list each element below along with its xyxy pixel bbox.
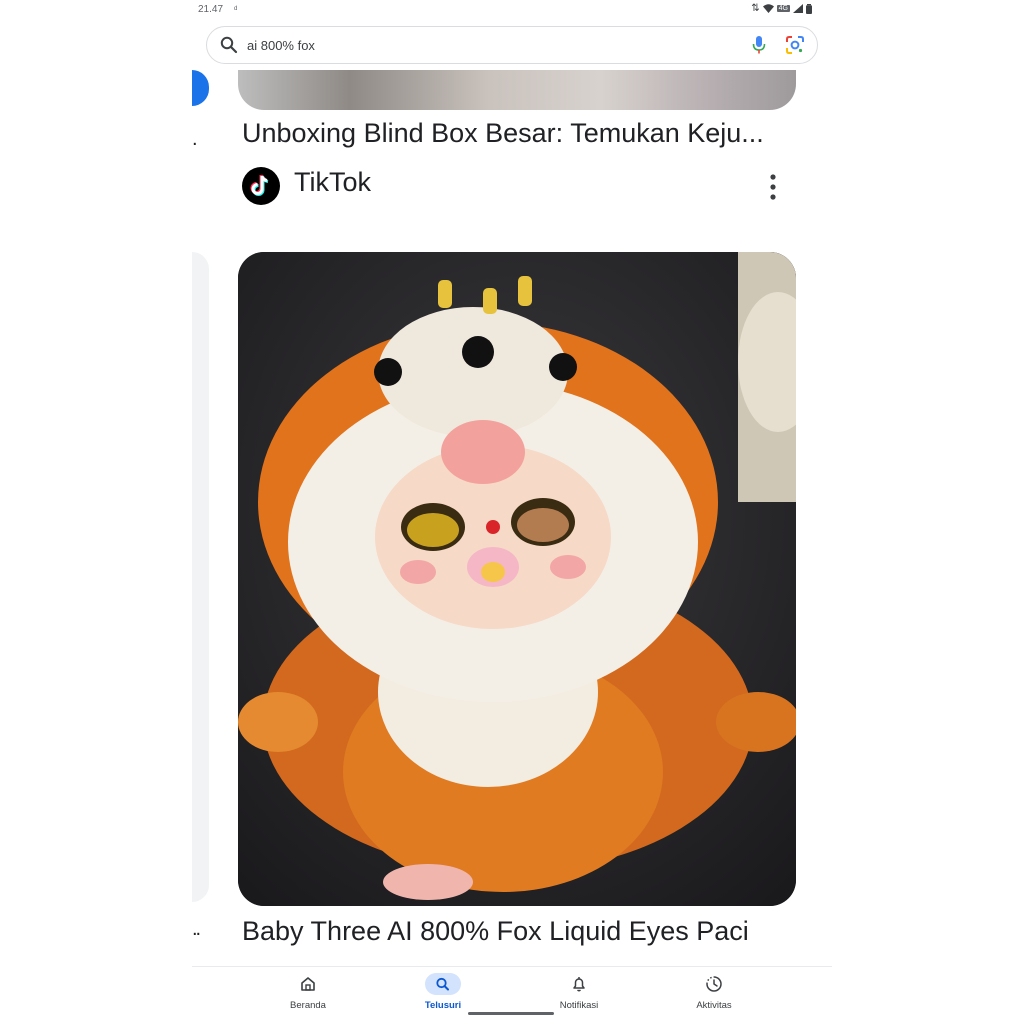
nav-label: Telusuri bbox=[424, 1000, 462, 1011]
adjacent-result-card[interactable] bbox=[192, 252, 209, 902]
search-icon[interactable] bbox=[219, 35, 239, 55]
nav-item-aktivitas[interactable]: Aktivitas bbox=[654, 967, 774, 1017]
activity-icon[interactable] bbox=[696, 973, 732, 995]
google-lens-icon[interactable] bbox=[785, 35, 805, 55]
more-options-icon[interactable] bbox=[762, 172, 784, 202]
search-bar[interactable]: ai 800% fox bbox=[206, 26, 818, 64]
status-icons: ⇅ 4G bbox=[751, 3, 812, 14]
wifi-icon bbox=[762, 4, 774, 13]
result-title[interactable]: Baby Three AI 800% Fox Liquid Eyes Paci bbox=[242, 916, 749, 947]
fox-plush-illustration bbox=[238, 252, 796, 906]
network-badge: 4G bbox=[776, 5, 790, 12]
result-source[interactable]: TikTok bbox=[294, 167, 371, 198]
nav-label: Beranda bbox=[290, 1000, 326, 1011]
adjacent-result-card[interactable] bbox=[192, 70, 209, 106]
result-thumbnail[interactable] bbox=[238, 70, 796, 110]
nav-item-notifikasi[interactable]: Notifikasi bbox=[519, 967, 639, 1017]
notification-icon: ᵈ bbox=[234, 4, 238, 14]
search-icon[interactable] bbox=[425, 973, 461, 995]
adjacent-result-title[interactable]: . bbox=[192, 128, 198, 151]
nav-label: Notifikasi bbox=[559, 1000, 599, 1011]
status-time: 21.47 bbox=[198, 4, 224, 15]
nav-item-beranda[interactable]: Beranda bbox=[248, 967, 368, 1017]
battery-icon bbox=[806, 3, 812, 14]
adjacent-result-title[interactable]: .. bbox=[192, 918, 201, 941]
data-arrows-icon: ⇅ bbox=[751, 3, 760, 14]
result-image-fox-plush[interactable] bbox=[238, 252, 796, 906]
nav-label: Aktivitas bbox=[696, 1000, 732, 1011]
signal-icon bbox=[793, 4, 803, 13]
bell-icon[interactable] bbox=[561, 973, 597, 995]
status-bar: 21.47 ᵈ ⇅ 4G bbox=[192, 0, 832, 20]
home-indicator[interactable] bbox=[468, 1012, 554, 1015]
nav-item-telusuri[interactable]: Telusuri bbox=[383, 967, 503, 1017]
bottom-navigation: Beranda Telusuri Notifikasi Aktivitas bbox=[192, 966, 832, 1025]
tiktok-logo-icon bbox=[242, 167, 280, 205]
microphone-icon[interactable] bbox=[751, 35, 767, 55]
search-input[interactable]: ai 800% fox bbox=[247, 38, 315, 53]
home-icon[interactable] bbox=[290, 973, 326, 995]
result-title[interactable]: Unboxing Blind Box Besar: Temukan Keju..… bbox=[242, 118, 764, 149]
